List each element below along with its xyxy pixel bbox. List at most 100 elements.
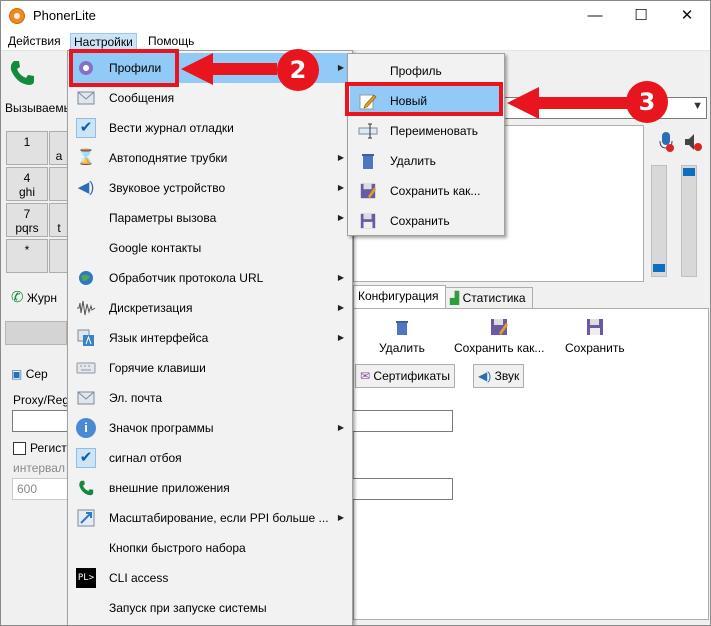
slider-knob[interactable]: [683, 168, 695, 176]
submenu-arrow-icon: ▶: [337, 333, 344, 342]
speaker-volume-slider[interactable]: [681, 165, 697, 277]
menu-item-label: CLI access: [109, 571, 169, 585]
subtab-label: Сертификаты: [373, 369, 450, 383]
keypad-digit: t: [57, 221, 61, 235]
annotation-box-profiles: [69, 49, 179, 87]
keypad-digit: *: [24, 243, 30, 257]
keypad-key-5[interactable]: [49, 167, 69, 201]
menu-item-label: Кнопки быстрого набора: [109, 541, 246, 555]
menu-actions[interactable]: Действия: [5, 33, 64, 50]
journal-tab-label: Журн: [26, 291, 58, 305]
step-badge-3: 3: [626, 81, 668, 123]
keypad-key-2[interactable]: a: [49, 131, 69, 165]
floppy-icon: [585, 317, 605, 337]
keyboard-icon: [76, 358, 96, 378]
app-logo-icon: [9, 8, 25, 24]
chart-icon: ▟: [450, 291, 460, 305]
interval-input[interactable]: 600: [12, 478, 68, 500]
menu-item-scaling[interactable]: Масштабирование, если PPI больше ... ▶: [70, 503, 350, 533]
microphone-mute-icon[interactable]: [657, 131, 675, 153]
hourglass-phone-icon: ⌛: [76, 149, 96, 166]
toolbar-save-button[interactable]: Сохранить: [565, 317, 625, 355]
tab-configuration[interactable]: Конфигурация: [353, 285, 446, 309]
submenu-item-save-as[interactable]: Сохранить как...: [350, 176, 502, 206]
journal-tab[interactable]: ✆ Журн: [5, 287, 57, 311]
call-phone-icon[interactable]: [7, 58, 43, 92]
menu-item-external-apps[interactable]: внешние приложения: [70, 473, 350, 503]
submenu-arrow-icon: ▶: [337, 303, 344, 312]
maximize-button[interactable]: ☐: [618, 1, 664, 31]
menu-item-email[interactable]: Эл. почта: [70, 383, 350, 413]
title-bar: PhonerLite — ☐ ✕: [1, 1, 710, 31]
menu-item-sampling[interactable]: Дискретизация ▶: [70, 293, 350, 323]
chevron-down-icon[interactable]: ▼: [692, 100, 703, 112]
annotation-box-new: [345, 82, 503, 116]
keypad-key-star[interactable]: *: [6, 239, 48, 273]
menu-item-app-icon[interactable]: i Значок программы ▶: [70, 413, 350, 443]
menu-item-debug-log[interactable]: ✔ Вести журнал отладки: [70, 113, 350, 143]
menu-item-hangup-signal[interactable]: ✔ сигнал отбоя: [70, 443, 350, 473]
proxy-input-ext[interactable]: [351, 410, 453, 432]
keypad-key-8[interactable]: t: [49, 203, 69, 237]
menu-item-language[interactable]: Язык интерфейса ▶: [70, 323, 350, 353]
globe-icon: [76, 268, 96, 288]
menu-item-label: Запуск при запуске системы: [109, 601, 267, 615]
speaker-mute-icon[interactable]: [683, 131, 703, 153]
speaker-icon: ◀): [478, 369, 492, 383]
toolbar-delete-button[interactable]: Удалить: [379, 317, 425, 355]
submenu-item-label: Сохранить: [390, 214, 450, 228]
keypad-key-7[interactable]: 7 pqrs: [6, 203, 48, 237]
menu-item-label: Обработчик протокола URL: [109, 271, 264, 285]
keypad-key-4[interactable]: 4 ghi: [6, 167, 48, 201]
toolbar-save-as-button[interactable]: Сохранить как...: [454, 317, 544, 355]
keypad-key-1[interactable]: 1: [6, 131, 48, 165]
submenu-item-save[interactable]: Сохранить: [350, 206, 502, 236]
certificate-icon: ✉: [360, 369, 371, 383]
menu-item-hotkeys[interactable]: Горячие клавиши: [70, 353, 350, 383]
close-button[interactable]: ✕: [664, 1, 710, 31]
menu-item-call-params[interactable]: Параметры вызова ▶: [70, 203, 350, 233]
keypad-digit: 1: [23, 135, 31, 149]
menu-item-speed-dial[interactable]: Кнопки быстрого набора: [70, 533, 350, 563]
menu-item-label: Горячие клавиши: [109, 361, 206, 375]
subtab-sound[interactable]: ◀) Звук: [473, 364, 525, 388]
floppy-icon: [358, 211, 378, 231]
annotation-arrow-icon: [181, 53, 277, 85]
minimize-button[interactable]: —: [572, 1, 618, 31]
interval-label: интервал: [13, 461, 65, 475]
speaker-icon: ◀): [77, 179, 95, 196]
mic-volume-slider[interactable]: [651, 165, 667, 277]
menu-item-url-handler[interactable]: Обработчик протокола URL ▶: [70, 263, 350, 293]
menu-item-autostart[interactable]: Запуск при запуске системы: [70, 593, 350, 623]
check-icon: ✔: [76, 448, 96, 468]
slider-knob[interactable]: [653, 264, 665, 272]
tab-statistics[interactable]: ▟ Статистика: [445, 287, 533, 309]
keypad-key-0[interactable]: [49, 239, 69, 273]
menu-item-label: Дискретизация: [109, 301, 193, 315]
menu-item-google-contacts[interactable]: Google контакты: [70, 233, 350, 263]
server-tab[interactable]: ▣ Сер: [11, 363, 48, 385]
trash-icon: [358, 151, 378, 171]
subtab-certificates[interactable]: ✉ Сертификаты: [355, 364, 455, 388]
submenu-item-delete[interactable]: Удалить: [350, 146, 502, 176]
keypad-digit: 7: [23, 207, 31, 221]
menu-item-label: Звуковое устройство: [109, 181, 226, 195]
menu-item-cli-access[interactable]: PL> CLI access: [70, 563, 350, 593]
info-icon: i: [76, 418, 96, 438]
keypad-letters: pqrs: [15, 221, 39, 235]
menu-item-audio-device[interactable]: ◀) Звуковое устройство ▶: [70, 173, 350, 203]
menu-help[interactable]: Помощь: [145, 33, 197, 50]
interval-value: 600: [17, 482, 38, 496]
submenu-item-rename[interactable]: Переименовать: [350, 116, 502, 146]
submenu-arrow-icon: ▶: [337, 63, 344, 72]
menu-item-label: внешние приложения: [109, 481, 230, 495]
interval-input-ext[interactable]: [351, 478, 453, 500]
submenu-item-label: Переименовать: [390, 124, 478, 138]
menu-settings[interactable]: Настройки: [70, 33, 137, 50]
menu-item-auto-answer[interactable]: ⌛ Автоподнятие трубки ▶: [70, 143, 350, 173]
window-title: PhonerLite: [33, 8, 96, 23]
envelope-icon: [76, 88, 96, 108]
menu-item-label: Сообщения: [109, 91, 175, 105]
register-checkbox[interactable]: [13, 442, 26, 455]
proxy-input[interactable]: [12, 410, 68, 432]
